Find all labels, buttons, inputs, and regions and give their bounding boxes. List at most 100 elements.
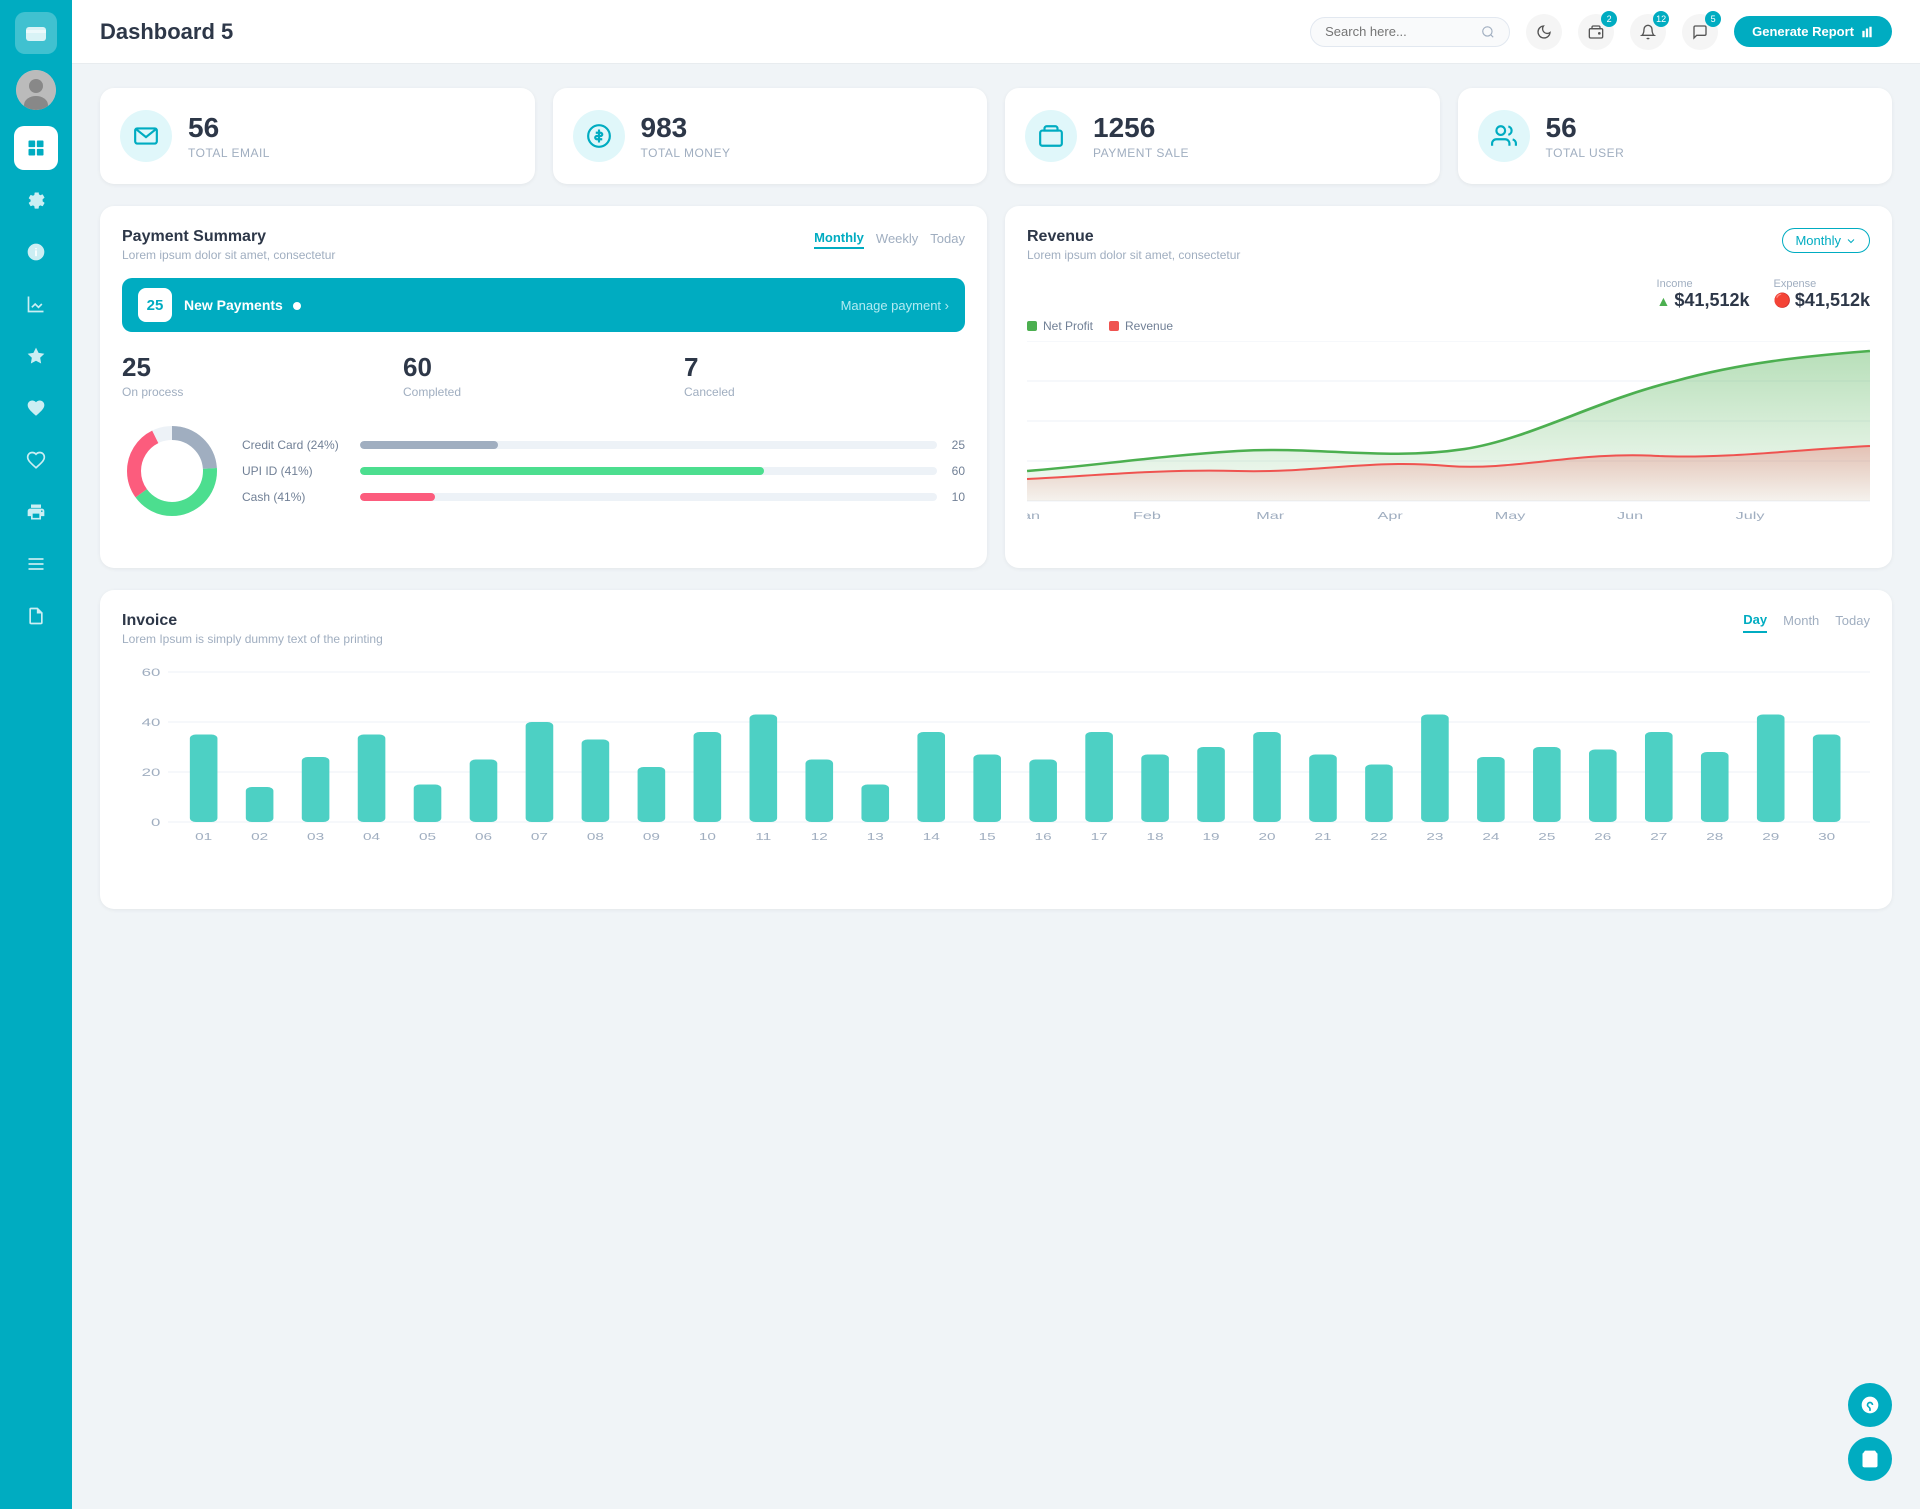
payment-tab-weekly[interactable]: Weekly: [876, 229, 918, 248]
bar-label-15: 15: [979, 831, 996, 843]
ps-on-process-label: On process: [122, 385, 403, 399]
stats-row: 56 TOTAL EMAIL 983 TOTAL MONEY 1256: [100, 88, 1892, 184]
sidebar-item-print[interactable]: [14, 490, 58, 534]
email-value: 56: [188, 112, 270, 144]
revenue-monthly-dropdown[interactable]: Monthly: [1782, 228, 1870, 253]
bar-24[interactable]: [1477, 757, 1505, 822]
sidebar-item-dashboard[interactable]: [14, 126, 58, 170]
bar-15[interactable]: [973, 755, 1001, 823]
progress-bar-bg-creditcard: [360, 441, 937, 449]
chat-button[interactable]: 5: [1682, 14, 1718, 50]
stat-card-email: 56 TOTAL EMAIL: [100, 88, 535, 184]
invoice-tab-today[interactable]: Today: [1835, 612, 1870, 633]
chat-icon: [1692, 24, 1708, 40]
dark-mode-button[interactable]: [1526, 14, 1562, 50]
sidebar-logo[interactable]: [15, 12, 57, 54]
stat-card-payment: 1256 PAYMENT SALE: [1005, 88, 1440, 184]
search-input[interactable]: [1325, 24, 1473, 39]
income-arrow-icon: ▲: [1657, 293, 1671, 309]
invoice-tab-day[interactable]: Day: [1743, 612, 1767, 633]
bar-09[interactable]: [638, 767, 666, 822]
bar-07[interactable]: [526, 722, 554, 822]
invoice-subtitle: Lorem Ipsum is simply dummy text of the …: [122, 632, 383, 646]
header-actions: 2 12 5 Generate Report: [1310, 14, 1892, 50]
bar-18[interactable]: [1141, 755, 1169, 823]
payment-tab-monthly[interactable]: Monthly: [814, 228, 864, 249]
bar-10[interactable]: [694, 732, 722, 822]
bar-06[interactable]: [470, 760, 498, 823]
bar-16[interactable]: [1029, 760, 1057, 823]
bar-13[interactable]: [861, 785, 889, 823]
bell-button[interactable]: 12: [1630, 14, 1666, 50]
bar-11[interactable]: [750, 715, 778, 823]
payment-tab-today[interactable]: Today: [930, 229, 965, 248]
user-avatar[interactable]: [16, 70, 56, 110]
sidebar-item-info[interactable]: [14, 230, 58, 274]
bar-05[interactable]: [414, 785, 442, 823]
user-label: TOTAL USER: [1546, 146, 1625, 160]
bar-02[interactable]: [246, 787, 274, 822]
bar-label-07: 07: [531, 831, 548, 843]
bar-30[interactable]: [1813, 735, 1841, 823]
invoice-bar-chart: 60 40 20 0 01020304050607080910111213141…: [122, 662, 1870, 887]
bar-label-10: 10: [699, 831, 716, 843]
bar-26[interactable]: [1589, 750, 1617, 823]
invoice-tabs: Day Month Today: [1743, 612, 1870, 633]
bar-01[interactable]: [190, 735, 218, 823]
progress-bar-fill-cash: [360, 493, 435, 501]
bar-14[interactable]: [917, 732, 945, 822]
bar-22[interactable]: [1365, 765, 1393, 823]
wallet-button[interactable]: 2: [1578, 14, 1614, 50]
money-value: 983: [641, 112, 731, 144]
bar-label-05: 05: [419, 831, 436, 843]
progress-bar-bg-upi: [360, 467, 937, 475]
svg-text:Jun: Jun: [1617, 510, 1643, 521]
bar-label-20: 20: [1258, 831, 1275, 843]
manage-payment-link[interactable]: Manage payment ›: [841, 298, 949, 313]
generate-report-button[interactable]: Generate Report: [1734, 16, 1892, 47]
payment-value: 1256: [1093, 112, 1189, 144]
bar-23[interactable]: [1421, 715, 1449, 823]
bar-17[interactable]: [1085, 732, 1113, 822]
svg-text:20: 20: [142, 767, 161, 779]
ps-completed-value: 60: [403, 352, 684, 383]
bar-label-06: 06: [475, 831, 492, 843]
search-box[interactable]: [1310, 17, 1510, 47]
bar-label-03: 03: [307, 831, 324, 843]
sidebar-item-analytics[interactable]: [14, 282, 58, 326]
sidebar-item-settings[interactable]: [14, 178, 58, 222]
bar-25[interactable]: [1533, 747, 1561, 822]
email-label: TOTAL EMAIL: [188, 146, 270, 160]
invoice-tab-month[interactable]: Month: [1783, 612, 1819, 633]
bar-label-22: 22: [1370, 831, 1387, 843]
bar-29[interactable]: [1757, 715, 1785, 823]
bar-28[interactable]: [1701, 752, 1729, 822]
revenue-subtitle: Lorem ipsum dolor sit amet, consectetur: [1027, 248, 1240, 262]
sidebar-item-list[interactable]: [14, 542, 58, 586]
bar-27[interactable]: [1645, 732, 1673, 822]
cart-fab[interactable]: [1848, 1437, 1892, 1481]
sidebar-item-favorites[interactable]: [14, 334, 58, 378]
sidebar-item-docs[interactable]: [14, 594, 58, 638]
bar-21[interactable]: [1309, 755, 1337, 823]
revenue-chart: 0 30 60 90 120 Jan Feb Ma: [1027, 341, 1870, 546]
bar-08[interactable]: [582, 740, 610, 823]
ps-completed: 60 Completed: [403, 352, 684, 399]
user-stat-icon: [1478, 110, 1530, 162]
bar-03[interactable]: [302, 757, 330, 822]
bar-19[interactable]: [1197, 747, 1225, 822]
sidebar-item-heart2[interactable]: [14, 438, 58, 482]
support-fab[interactable]: [1848, 1383, 1892, 1427]
money-icon: [573, 110, 625, 162]
sidebar-item-wishlist[interactable]: [14, 386, 58, 430]
income-meta: Income ▲ $41,512k: [1657, 278, 1750, 311]
bar-label-27: 27: [1650, 831, 1667, 843]
payment-summary-title-area: Payment Summary Lorem ipsum dolor sit am…: [122, 228, 335, 262]
bar-label-01: 01: [195, 831, 212, 843]
bell-icon: [1640, 24, 1656, 40]
payment-label: PAYMENT SALE: [1093, 146, 1189, 160]
bar-12[interactable]: [805, 760, 833, 823]
progress-item-upi: UPI ID (41%) 60: [242, 464, 965, 478]
bar-20[interactable]: [1253, 732, 1281, 822]
bar-04[interactable]: [358, 735, 386, 823]
